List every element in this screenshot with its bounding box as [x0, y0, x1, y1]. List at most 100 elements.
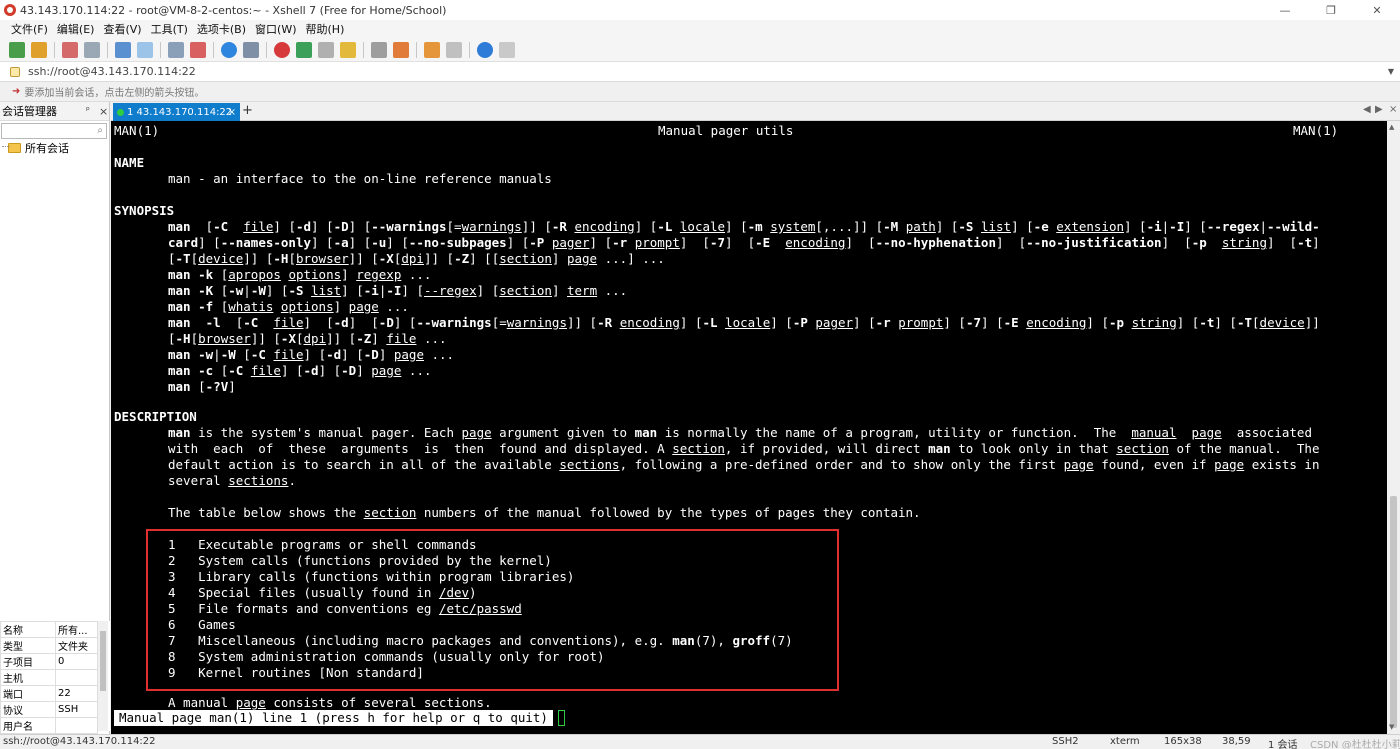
tree-item-label: 所有会话 [25, 142, 69, 155]
table-row: 类型 文件夹 [0, 637, 98, 654]
property-key: 端口 [0, 685, 56, 702]
section-row: 6 Games [168, 617, 236, 632]
font-icon[interactable] [243, 41, 259, 58]
menu-tab[interactable]: 选项卡(B) [194, 21, 252, 37]
man-header-left: MAN(1) [114, 123, 160, 138]
layout-icon[interactable] [446, 41, 462, 58]
chevron-down-icon[interactable]: ▼ [1388, 67, 1394, 76]
menu-window[interactable]: 窗口(W) [252, 21, 302, 37]
toolbar-divider [416, 41, 417, 58]
tunnel-icon[interactable] [318, 41, 334, 58]
status-sessions: 1 会话 [1268, 740, 1298, 749]
menu-tools[interactable]: 工具(T) [148, 21, 194, 37]
print-icon[interactable] [190, 41, 206, 58]
reconnect-icon[interactable] [84, 41, 100, 58]
status-cursor-position: 38,59 [1222, 736, 1251, 747]
session-search-input[interactable]: ⌕ [1, 123, 107, 139]
arrow-icon[interactable]: ➜ [12, 86, 20, 97]
lock-icon[interactable] [340, 41, 356, 58]
synopsis-line: man [-C file] [-d] [-D] [--warnings[=war… [168, 219, 1320, 234]
section-row: 9 Kernel routines [Non standard] [168, 665, 424, 680]
xftp-icon[interactable] [274, 41, 290, 58]
property-key: 子项目 [0, 653, 56, 670]
terminal-view[interactable]: MAN(1) Manual pager utils MAN(1) NAME ma… [111, 121, 1387, 734]
add-tab-button[interactable]: + [242, 103, 253, 118]
folder-icon [8, 143, 21, 153]
scrollbar-thumb[interactable] [1390, 496, 1397, 728]
synopsis-line: man -c [-C file] [-d] [-D] page ... [168, 363, 432, 378]
copy-icon[interactable] [115, 41, 131, 58]
tab-bar: 1 43.143.170.114:22 × + ◀ ▶ × [111, 102, 1400, 121]
keyboard-icon[interactable] [371, 41, 387, 58]
name-heading: NAME [114, 155, 145, 170]
synopsis-line: [-H[browser]] [-X[dpi]] [-Z] file ... [168, 331, 447, 346]
script-icon[interactable] [424, 41, 440, 58]
chat-icon[interactable] [499, 41, 515, 58]
scroll-down-icon[interactable]: ▼ [1389, 723, 1394, 731]
name-description: man - an interface to the on-line refere… [168, 171, 552, 186]
table-row: 子项目 0 [0, 653, 98, 670]
section-row: 8 System administration commands (usuall… [168, 649, 605, 664]
address-bar[interactable]: ssh://root@43.143.170.114:22 ▼ [0, 62, 1400, 82]
scroll-up-icon[interactable]: ▲ [1389, 123, 1394, 131]
globe-icon[interactable] [221, 41, 237, 58]
connected-status-icon [117, 108, 124, 116]
session-manager-title: 会话管理器 [2, 105, 57, 118]
close-icon[interactable]: × [99, 105, 108, 118]
menu-help[interactable]: 帮助(H) [303, 21, 351, 37]
description-line: A manual page consists of several sectio… [168, 695, 492, 710]
menu-edit[interactable]: 编辑(E) [54, 21, 101, 37]
open-folder-icon[interactable] [31, 41, 47, 58]
synopsis-line: man -f [whatis options] page ... [168, 299, 409, 314]
search-icon[interactable] [168, 41, 184, 58]
synopsis-line: man [-?V] [168, 379, 236, 394]
table-row: 名称 所有... [0, 621, 98, 638]
tab-session-1[interactable]: 1 43.143.170.114:22 × [113, 103, 240, 121]
status-bar: ssh://root@43.143.170.114:22 SSH2 xterm … [0, 734, 1400, 749]
pin-icon[interactable]: ᵖ [86, 106, 90, 116]
status-terminal-type: xterm [1110, 736, 1140, 747]
table-row: 用户名 [0, 717, 98, 734]
section-row: 4 Special files (usually found in /dev) [168, 585, 477, 600]
scrollbar-thumb[interactable] [100, 631, 106, 691]
close-icon[interactable]: × [1389, 104, 1397, 115]
terminal-scrollbar[interactable]: ▲ ▼ [1387, 121, 1400, 734]
tab-scroll-left-icon[interactable]: ◀ [1363, 104, 1371, 115]
menu-view[interactable]: 查看(V) [100, 21, 147, 37]
terminal-cursor [558, 710, 565, 726]
help-icon[interactable] [477, 41, 493, 58]
property-value [55, 717, 98, 734]
table-row: 主机 [0, 669, 98, 686]
property-key: 用户名 [0, 717, 56, 734]
tree-item-all-sessions[interactable]: 所有会话 [2, 140, 69, 156]
property-value: 0 [55, 653, 98, 670]
search-icon[interactable]: ⌕ [97, 125, 103, 136]
minimize-button[interactable]: — [1262, 0, 1308, 20]
address-input[interactable]: ssh://root@43.143.170.114:22 [28, 65, 196, 78]
maximize-button[interactable]: ❐ [1308, 0, 1354, 20]
disconnect-icon[interactable] [62, 41, 78, 58]
properties-scrollbar[interactable] [98, 621, 108, 731]
menu-file[interactable]: 文件(F) [8, 21, 54, 37]
table-intro: The table below shows the section number… [168, 505, 921, 520]
man-header-center: Manual pager utils [658, 123, 794, 138]
property-value: 文件夹 [55, 637, 98, 654]
synopsis-line: man -w|-W [-C file] [-d] [-D] page ... [168, 347, 455, 362]
menu-bar: 文件(F) 编辑(E) 查看(V) 工具(T) 选项卡(B) 窗口(W) 帮助(… [0, 20, 1400, 38]
properties-panel: 名称 所有... 类型 文件夹 子项目 0 主机 端口 22 协议 SSH 用户名 [0, 621, 110, 734]
hint-bar: ➜ 要添加当前会话，点击左侧的箭头按钮。 [0, 82, 1400, 102]
section-row: 5 File formats and conventions eg /etc/p… [168, 601, 522, 616]
tab-label: 1 43.143.170.114:22 [127, 106, 233, 118]
synopsis-line: man -l [-C file] [-d] [-D] [--warnings[=… [168, 315, 1320, 330]
close-tab-icon[interactable]: × [228, 107, 236, 118]
property-key: 协议 [0, 701, 56, 718]
toolbar-divider [266, 41, 267, 58]
highlight-icon[interactable] [393, 41, 409, 58]
close-window-button[interactable]: ✕ [1354, 0, 1400, 20]
tab-scroll-right-icon[interactable]: ▶ [1375, 104, 1383, 115]
property-key: 类型 [0, 637, 56, 654]
paste-icon[interactable] [137, 41, 153, 58]
toolbar [0, 38, 1400, 62]
xagent-icon[interactable] [296, 41, 312, 58]
new-session-icon[interactable] [9, 41, 25, 58]
